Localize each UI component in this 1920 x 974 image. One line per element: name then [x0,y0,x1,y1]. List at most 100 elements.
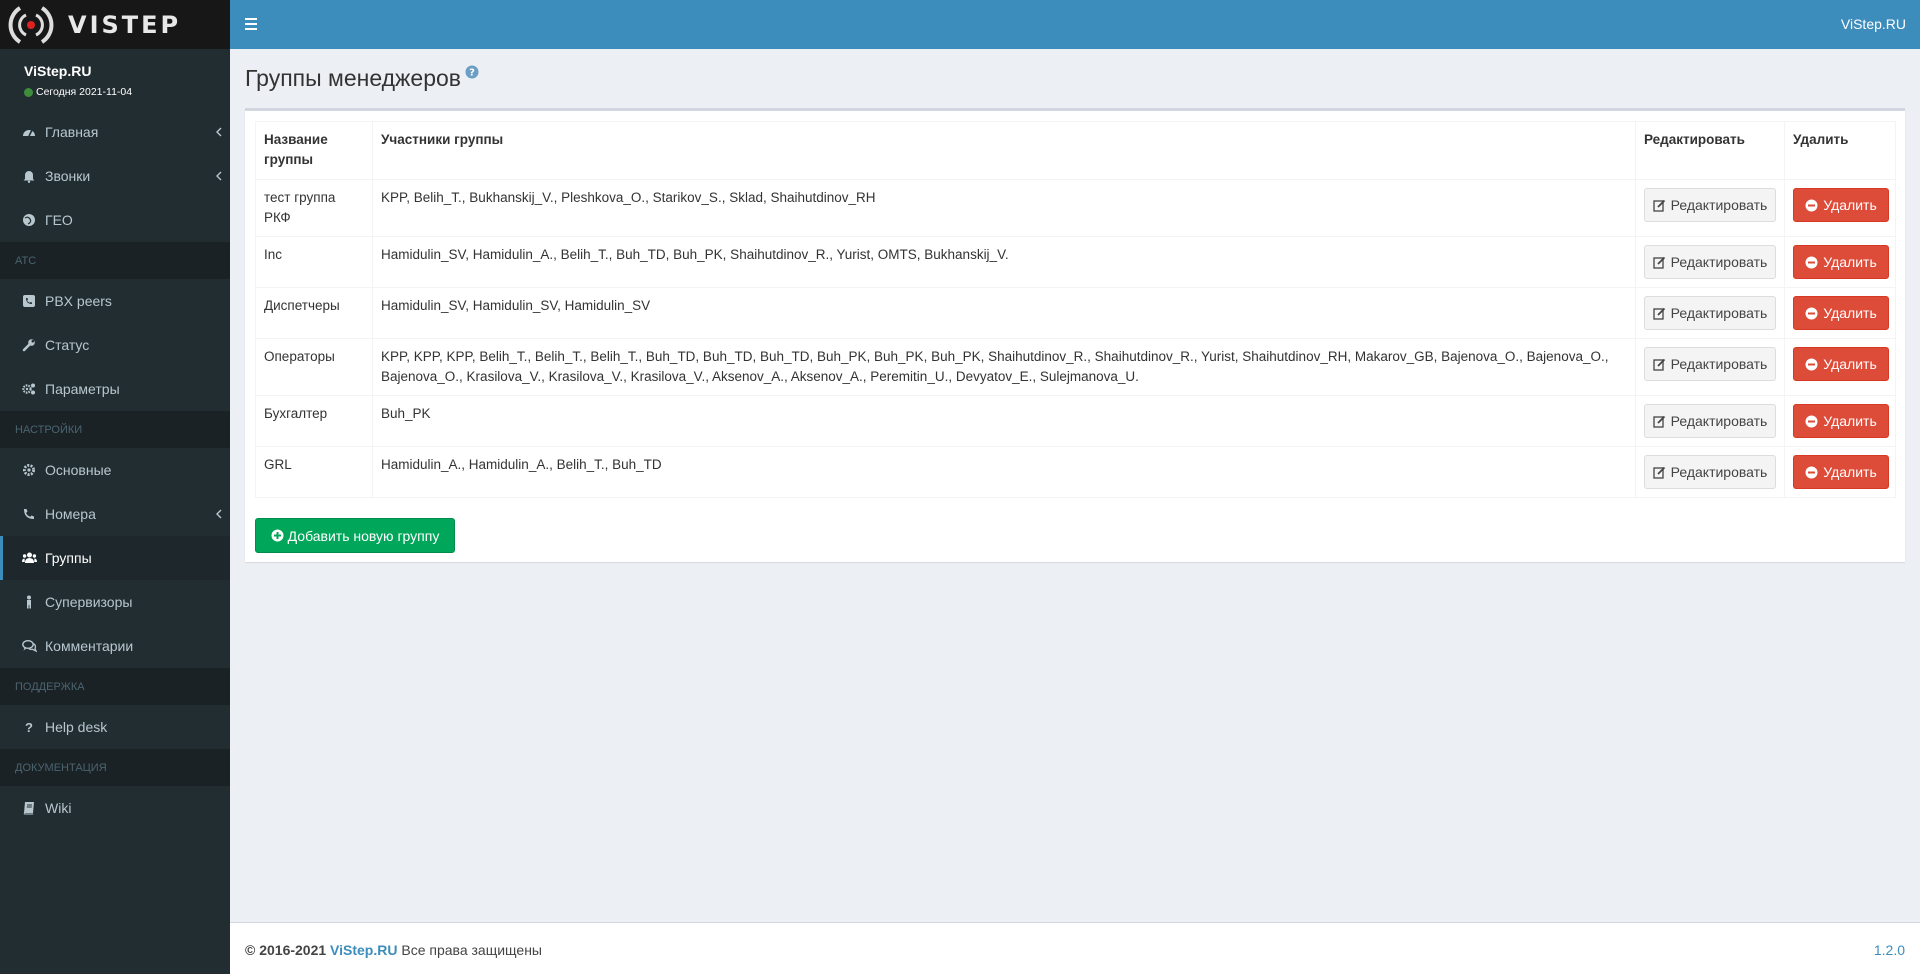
sidebar-item-label: Параметры [45,381,120,397]
menu-header-support: ПОДДЕРЖКА [0,668,230,705]
sidebar-item-supervisors[interactable]: Супервизоры [0,580,230,624]
edit-button[interactable]: Редактировать [1644,347,1776,381]
edit-button[interactable]: Редактировать [1644,245,1776,279]
sidebar-item-help-desk[interactable]: ? Help desk [0,705,230,749]
column-header-edit: Редактировать [1635,121,1785,180]
wrench-icon [21,337,37,353]
edit-cell: Редактировать [1635,338,1785,396]
delete-button[interactable]: Удалить [1793,455,1889,489]
sidebar-item-label: Главная [45,124,99,140]
vistep-logo-icon [8,5,54,44]
delete-button[interactable]: Удалить [1793,188,1889,222]
groups-box: Название группы Участники группы Редакти… [245,108,1905,562]
top-navbar: ViStep.RU [230,0,1920,49]
group-members: KPP, Belih_T., Bukhanskij_V., Pleshkova_… [372,179,1636,237]
group-name: Операторы [255,338,373,396]
sidebar-item-parameters[interactable]: Параметры [0,367,230,411]
sidebar-item-basic[interactable]: Основные [0,448,230,492]
top-user-link[interactable]: ViStep.RU [1841,16,1906,32]
chevron-left-icon [216,127,222,137]
sidebar-item-pbx-peers[interactable]: PBX peers [0,279,230,323]
edit-button-label: Редактировать [1670,356,1768,372]
delete-cell: Удалить [1784,395,1896,447]
delete-cell: Удалить [1784,287,1896,339]
delete-button-label: Удалить [1823,305,1877,321]
table-row: Inc Hamidulin_SV, Hamidulin_A., Belih_T.… [255,236,1896,288]
sidebar-item-label: Help desk [45,719,108,735]
online-status-icon [24,87,33,97]
cogs-icon [21,381,37,397]
edit-button[interactable]: Редактировать [1644,404,1776,438]
footer-copyright: © 2016-2021 ViStep.RU Все права защищены [245,942,542,958]
page-title: Группы менеджеров [245,65,462,91]
gear-icon [21,462,37,478]
edit-cell: Редактировать [1635,179,1785,237]
logo[interactable]: VISTEP [0,0,230,49]
sidebar-item-calls[interactable]: Звонки [0,154,230,198]
sidebar-item-groups[interactable]: Группы [0,536,230,580]
book-icon [21,800,37,816]
sidebar-item-numbers[interactable]: Номера [0,492,230,536]
edit-icon [1652,415,1666,428]
rights-text: Все права защищены [401,942,542,958]
sidebar-item-geo[interactable]: ГЕО [0,198,230,242]
question-icon: ? [25,719,33,735]
sidebar-item-wiki[interactable]: Wiki [0,786,230,830]
minus-circle-icon [1805,307,1818,320]
column-header-delete: Удалить [1784,121,1896,180]
sidebar-item-main[interactable]: Главная [0,110,230,154]
edit-icon [1652,256,1666,269]
sidebar-item-label: PBX peers [45,293,112,309]
sidebar-item-label: Статус [45,337,90,353]
users-icon [21,550,37,566]
group-name: Inc [255,236,373,288]
edit-button-label: Редактировать [1670,413,1768,429]
delete-button[interactable]: Удалить [1793,404,1889,438]
sidebar-item-label: Номера [45,506,96,522]
delete-button-label: Удалить [1823,356,1877,372]
table-row: GRL Hamidulin_A., Hamidulin_A., Belih_T.… [255,446,1896,498]
bell-icon [21,168,37,184]
table-row: Бухгалтер Buh_PK Редактировать Удалить [255,395,1896,447]
edit-icon [1652,358,1666,371]
column-header-name: Название группы [255,121,373,180]
delete-button-label: Удалить [1823,413,1877,429]
plus-circle-icon [271,529,284,542]
delete-button-label: Удалить [1823,197,1877,213]
footer: © 2016-2021 ViStep.RU Все права защищены… [230,922,1920,974]
group-members: Hamidulin_A., Hamidulin_A., Belih_T., Bu… [372,446,1636,498]
phone-square-icon [21,293,37,309]
chevron-left-icon [216,171,222,181]
help-icon[interactable]: ? [465,65,479,79]
delete-button[interactable]: Удалить [1793,245,1889,279]
delete-button[interactable]: Удалить [1793,296,1889,330]
minus-circle-icon [1805,358,1818,371]
dashboard-icon [21,124,37,140]
sidebar-item-label: Звонки [45,168,91,184]
delete-button[interactable]: Удалить [1793,347,1889,381]
minus-circle-icon [1805,415,1818,428]
groups-table: Название группы Участники группы Редакти… [255,121,1896,498]
edit-cell: Редактировать [1635,287,1785,339]
delete-cell: Удалить [1784,446,1896,498]
delete-button-label: Удалить [1823,254,1877,270]
menu-header-documentation: ДОКУМЕНТАЦИЯ [0,749,230,786]
edit-button[interactable]: Редактировать [1644,188,1776,222]
edit-button[interactable]: Редактировать [1644,455,1776,489]
group-members: Buh_PK [372,395,1636,447]
footer-brand-link[interactable]: ViStep.RU [330,942,397,958]
sidebar-item-comments[interactable]: Комментарии [0,624,230,668]
svg-text:?: ? [469,68,475,79]
edit-button-label: Редактировать [1670,254,1768,270]
user-name: ViStep.RU [24,63,92,79]
edit-button[interactable]: Редактировать [1644,296,1776,330]
user-status: Сегодня 2021-11-04 [24,86,230,98]
menu-header-settings: НАСТРОЙКИ [0,411,230,448]
hamburger-menu-icon[interactable] [245,15,259,33]
edit-button-label: Редактировать [1670,305,1768,321]
version-text: 1.2.0 [1873,942,1905,958]
group-name: Бухгалтер [255,395,373,447]
minus-circle-icon [1805,256,1818,269]
add-group-button[interactable]: Добавить новую группу [255,518,455,553]
sidebar-item-status[interactable]: Статус [0,323,230,367]
